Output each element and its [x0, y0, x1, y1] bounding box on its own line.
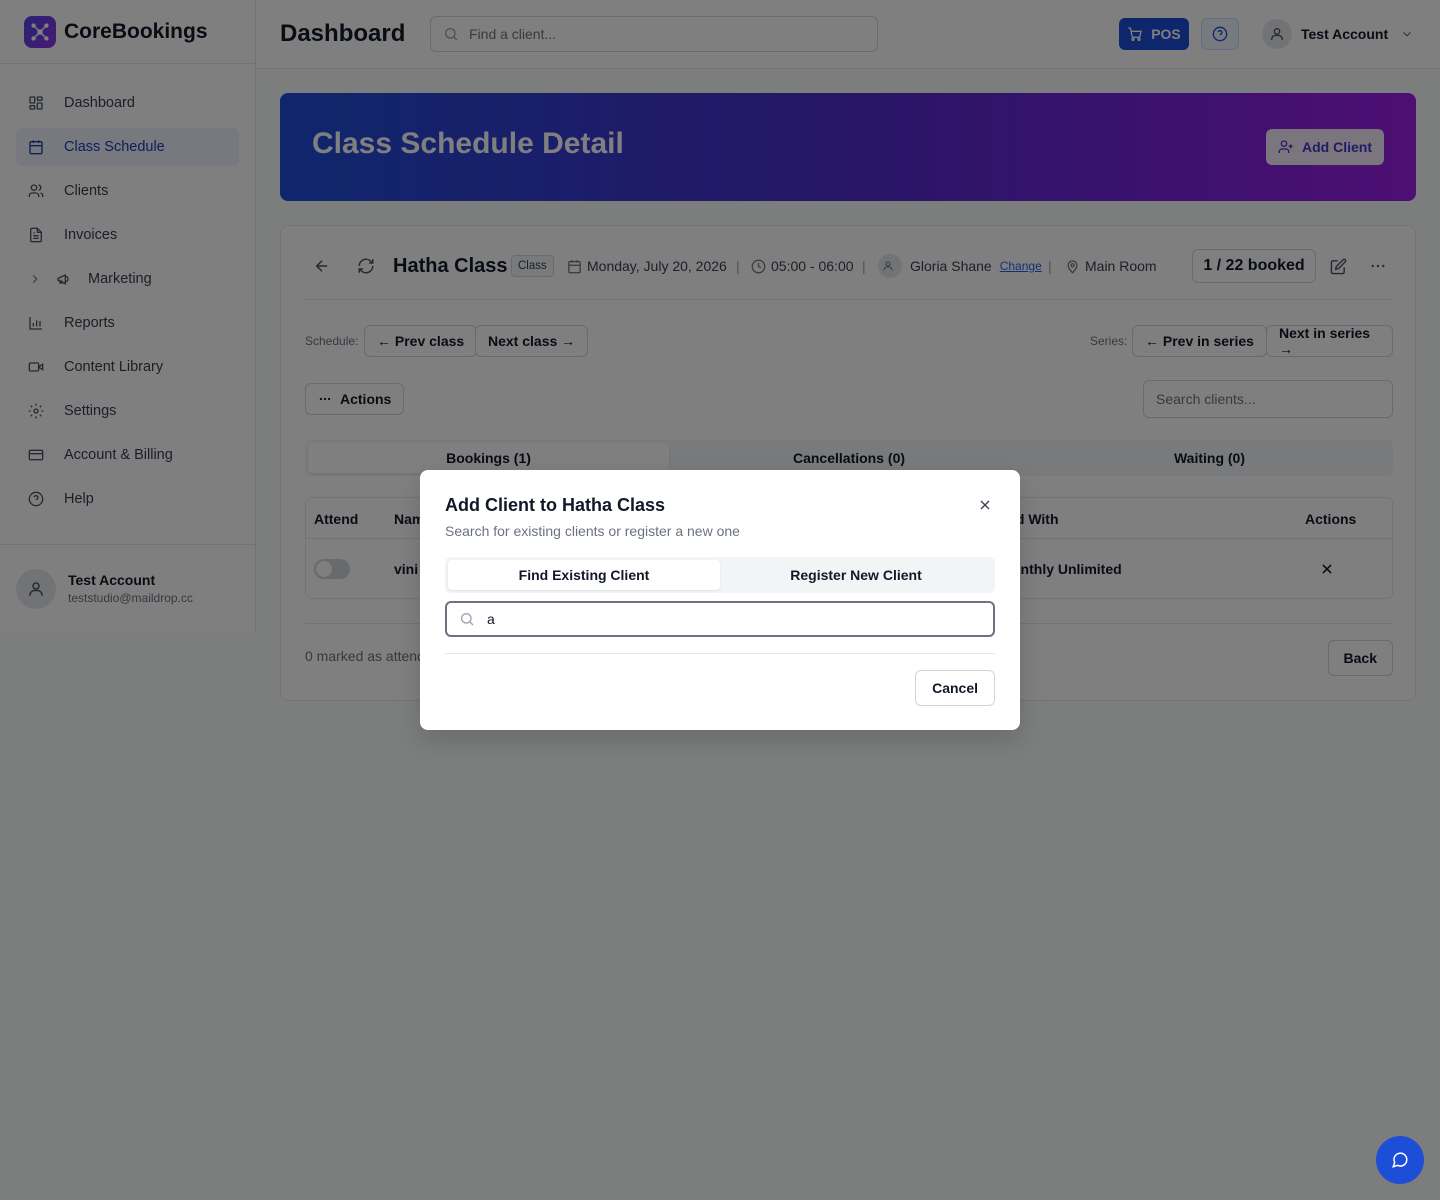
search-input[interactable]: a: [487, 611, 495, 627]
tab-find-existing-client[interactable]: Find Existing Client: [448, 560, 720, 590]
tab-register-new-client[interactable]: Register New Client: [720, 560, 992, 590]
search-icon: [461, 613, 474, 626]
modal-tabs: Find Existing Client Register New Client: [445, 557, 995, 593]
chat-button[interactable]: [1376, 1136, 1424, 1184]
modal-client-search[interactable]: a: [445, 601, 995, 637]
modal-close-button[interactable]: [977, 497, 993, 513]
modal-subtitle: Search for existing clients or register …: [445, 523, 740, 539]
close-icon: [980, 500, 990, 510]
modal-title: Add Client to Hatha Class: [445, 495, 666, 515]
add-client-modal: Add Client to Hatha Class Search for exi…: [420, 470, 1020, 730]
chat-bubble-icon: [1392, 1152, 1408, 1168]
divider: [445, 653, 995, 654]
cancel-button[interactable]: Cancel: [915, 670, 995, 706]
